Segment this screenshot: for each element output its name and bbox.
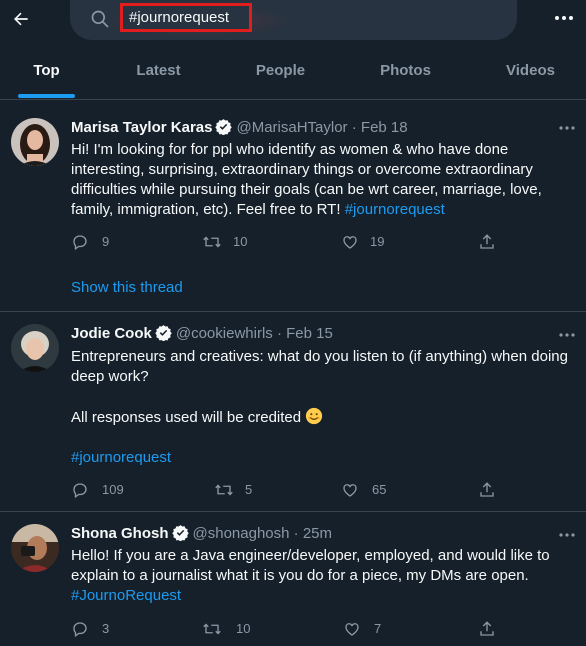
tweet-text-line: Entrepreneurs and creatives: what do you… — [71, 348, 568, 385]
tab-people[interactable]: People — [234, 48, 327, 100]
separator: · — [351, 119, 357, 136]
reply-button[interactable]: 3 — [71, 619, 131, 639]
tweet-header: Jodie Cook @cookiewhirls · Feb 15 — [71, 324, 333, 344]
tweet-text: Entrepreneurs and creatives: what do you… — [71, 347, 571, 468]
share-icon — [480, 234, 494, 249]
share-icon — [480, 621, 494, 636]
timestamp[interactable]: Feb 18 — [361, 119, 408, 136]
tab-top[interactable]: Top — [0, 48, 93, 100]
more-icon[interactable] — [559, 125, 575, 131]
tweet-header: Shona Ghosh @shonaghosh · 25m — [71, 524, 332, 544]
tab-latest[interactable]: Latest — [112, 48, 205, 100]
verified-icon — [171, 525, 189, 541]
like-count: 7 — [374, 621, 382, 636]
more-icon[interactable] — [559, 532, 575, 538]
reply-count: 9 — [102, 234, 110, 249]
reply-icon — [73, 622, 87, 638]
like-count: 65 — [372, 482, 387, 497]
reply-count: 109 — [102, 482, 124, 497]
handle[interactable]: @cookiewhirls — [176, 325, 273, 342]
tweet-header: Marisa Taylor Karas @MarisaHTaylor · Feb … — [71, 118, 408, 138]
reply-count: 3 — [102, 621, 110, 636]
more-icon[interactable] — [559, 332, 575, 338]
tweet-text-content: Hello! If you are a Java engineer/develo… — [71, 547, 550, 584]
display-name[interactable]: Marisa Taylor Karas — [71, 119, 212, 136]
share-icon — [480, 482, 494, 497]
timestamp[interactable]: 25m — [303, 525, 332, 542]
reply-icon — [73, 483, 87, 499]
retweet-icon — [203, 623, 221, 635]
handle[interactable]: @shonaghosh — [193, 525, 290, 542]
reply-icon — [73, 235, 87, 251]
reply-button[interactable]: 9 — [71, 232, 131, 252]
search-tabs: Top Latest People Photos Videos — [0, 48, 586, 100]
show-thread-link[interactable]: Show this thread — [71, 278, 183, 298]
back-arrow-icon[interactable] — [11, 9, 31, 29]
tweet-text-line: All responses used will be credited — [71, 407, 571, 428]
retweet-button[interactable]: 10 — [202, 232, 262, 252]
reply-button[interactable]: 109 — [71, 480, 131, 500]
tweet-actions: 9 10 19 — [71, 232, 501, 252]
top-bar: #journorequest — [0, 0, 586, 40]
verified-icon — [155, 325, 172, 341]
tweet-actions: 109 5 65 — [71, 480, 501, 500]
share-button[interactable] — [478, 480, 500, 500]
like-count: 19 — [370, 234, 385, 249]
like-button[interactable]: 19 — [341, 232, 401, 252]
retweet-count: 5 — [245, 482, 253, 497]
search-icon — [91, 10, 109, 28]
search-bar: #journorequest — [70, 0, 517, 40]
like-icon — [343, 236, 357, 249]
tweet-text: Hi! I'm looking for for ppl who identify… — [71, 140, 571, 220]
search-input[interactable]: #journorequest — [120, 3, 252, 32]
retweet-button[interactable]: 10 — [202, 619, 262, 639]
verified-icon — [215, 119, 233, 135]
retweet-button[interactable]: 5 — [214, 480, 274, 500]
handle[interactable]: @MarisaHTaylor — [236, 119, 347, 136]
tweet[interactable]: Marisa Taylor Karas @MarisaHTaylor · Feb … — [0, 101, 586, 312]
smiling-face-emoji-icon — [306, 407, 323, 425]
like-icon — [345, 623, 359, 636]
hashtag-link[interactable]: #journorequest — [71, 448, 571, 468]
tweet[interactable]: Jodie Cook @cookiewhirls · Feb 15 Entrepr… — [0, 312, 586, 512]
more-options-icon[interactable] — [554, 14, 574, 22]
tweet-text-content: Hi! I'm looking for for ppl who identify… — [71, 141, 542, 218]
like-icon — [343, 484, 357, 497]
tab-photos[interactable]: Photos — [359, 48, 452, 100]
active-tab-indicator — [18, 94, 75, 98]
avatar[interactable] — [11, 524, 59, 572]
separator: · — [293, 525, 299, 542]
avatar[interactable] — [11, 324, 59, 372]
like-button[interactable]: 7 — [343, 619, 403, 639]
display-name[interactable]: Shona Ghosh — [71, 525, 169, 542]
retweet-count: 10 — [236, 621, 251, 636]
display-name[interactable]: Jodie Cook — [71, 325, 152, 342]
tweet-actions: 3 10 7 — [71, 619, 501, 639]
tweet-text: Hello! If you are a Java engineer/develo… — [71, 546, 571, 606]
share-button[interactable] — [478, 232, 500, 252]
separator: · — [276, 325, 282, 342]
retweet-icon — [215, 484, 233, 496]
avatar[interactable] — [11, 118, 59, 166]
hashtag-link[interactable]: #journorequest — [345, 201, 445, 218]
retweet-icon — [203, 236, 221, 248]
tab-videos[interactable]: Videos — [484, 48, 577, 100]
share-button[interactable] — [478, 619, 500, 639]
tweet-text-content: All responses used will be credited — [71, 409, 302, 426]
tweet[interactable]: Shona Ghosh @shonaghosh · 25m Hello! If y… — [0, 512, 586, 646]
like-button[interactable]: 65 — [341, 480, 401, 500]
hashtag-link[interactable]: #JournoRequest — [71, 586, 571, 606]
timestamp[interactable]: Feb 15 — [286, 325, 333, 342]
retweet-count: 10 — [233, 234, 248, 249]
